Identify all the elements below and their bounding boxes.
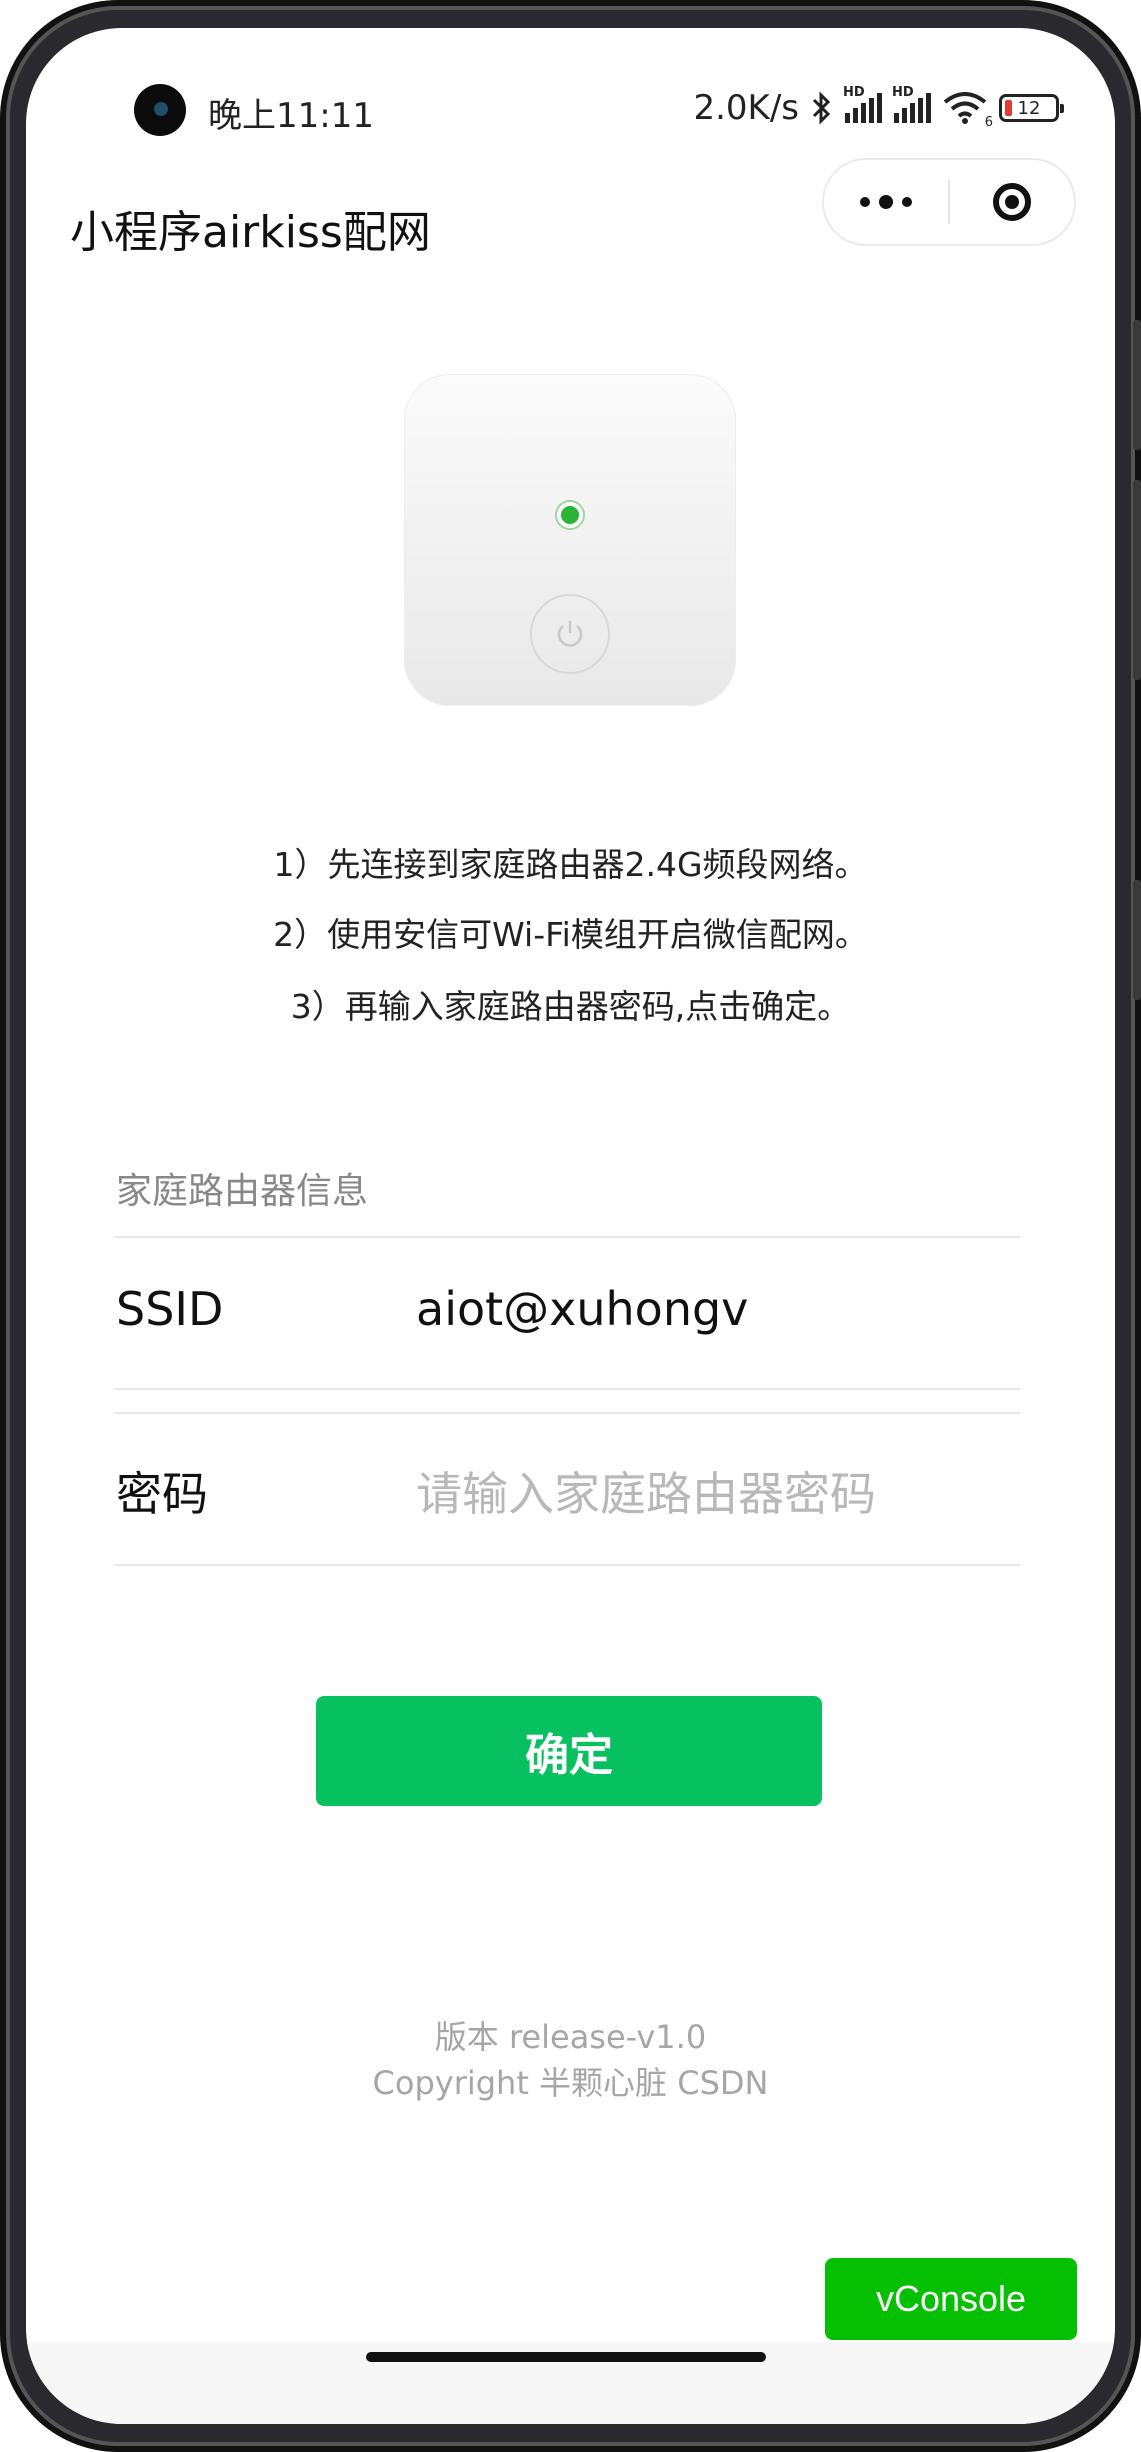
signal-badge: HD [843,85,865,100]
volume-button [1133,480,1141,680]
screen: 晚上11:11 2.0K/s HD HD 6 12 小程序airkiss配网 1… [26,28,1115,2424]
status-icons: 2.0K/s HD HD 6 12 [693,85,1064,130]
target-circle-icon [993,183,1031,221]
instruction-step-3: 3）再输入家庭路由器密码,点击确定。 [290,987,851,1026]
divider [114,1412,1020,1414]
signal-badge: HD [892,85,914,100]
network-speed: 2.0K/s [693,88,799,128]
more-button[interactable] [824,160,948,244]
volume-button [1133,320,1141,450]
instruction-step-1: 1）先连接到家庭路由器2.4G频段网络。 [273,845,868,884]
page-title: 小程序airkiss配网 [70,207,431,258]
power-icon [530,594,610,674]
divider [114,1236,1020,1238]
battery-level: 12 [1017,97,1041,119]
status-time: 晚上11:11 [208,96,374,136]
wifi-icon: 6 [943,92,993,130]
battery-icon: 12 [999,94,1064,122]
status-led-icon [555,500,585,530]
ssid-field[interactable]: aiot@xuhongv [416,1282,748,1336]
vconsole-button[interactable]: vConsole [825,2258,1077,2340]
close-miniprogram-button[interactable] [950,160,1074,244]
phone-frame: 晚上11:11 2.0K/s HD HD 6 12 小程序airkiss配网 1… [0,0,1141,2452]
power-side-button [1133,880,1141,1000]
menu-capsule [822,158,1076,246]
device-illustration [404,374,736,706]
front-camera [134,84,186,136]
section-title: 家庭路由器信息 [116,1171,369,1212]
password-field[interactable]: 请输入家庭路由器密码 [416,1458,876,1524]
confirm-button[interactable]: 确定 [316,1696,822,1806]
more-dots-icon [860,195,912,209]
divider [114,1388,1020,1390]
instruction-step-2: 2）使用安信可Wi-Fi模组开启微信配网。 [273,915,868,954]
bluetooth-icon [812,91,831,125]
signal-icon: HD [892,85,931,123]
version-text: 版本 release-v1.0 [434,2018,707,2056]
signal-icon: HD [843,85,882,123]
wifi-level: 6 [984,115,993,130]
home-indicator[interactable] [366,2352,766,2362]
copyright-text: Copyright 半颗心脏 CSDN [372,2064,769,2102]
ssid-label: SSID [116,1282,224,1336]
divider [114,1564,1020,1566]
password-label: 密码 [116,1467,208,1521]
